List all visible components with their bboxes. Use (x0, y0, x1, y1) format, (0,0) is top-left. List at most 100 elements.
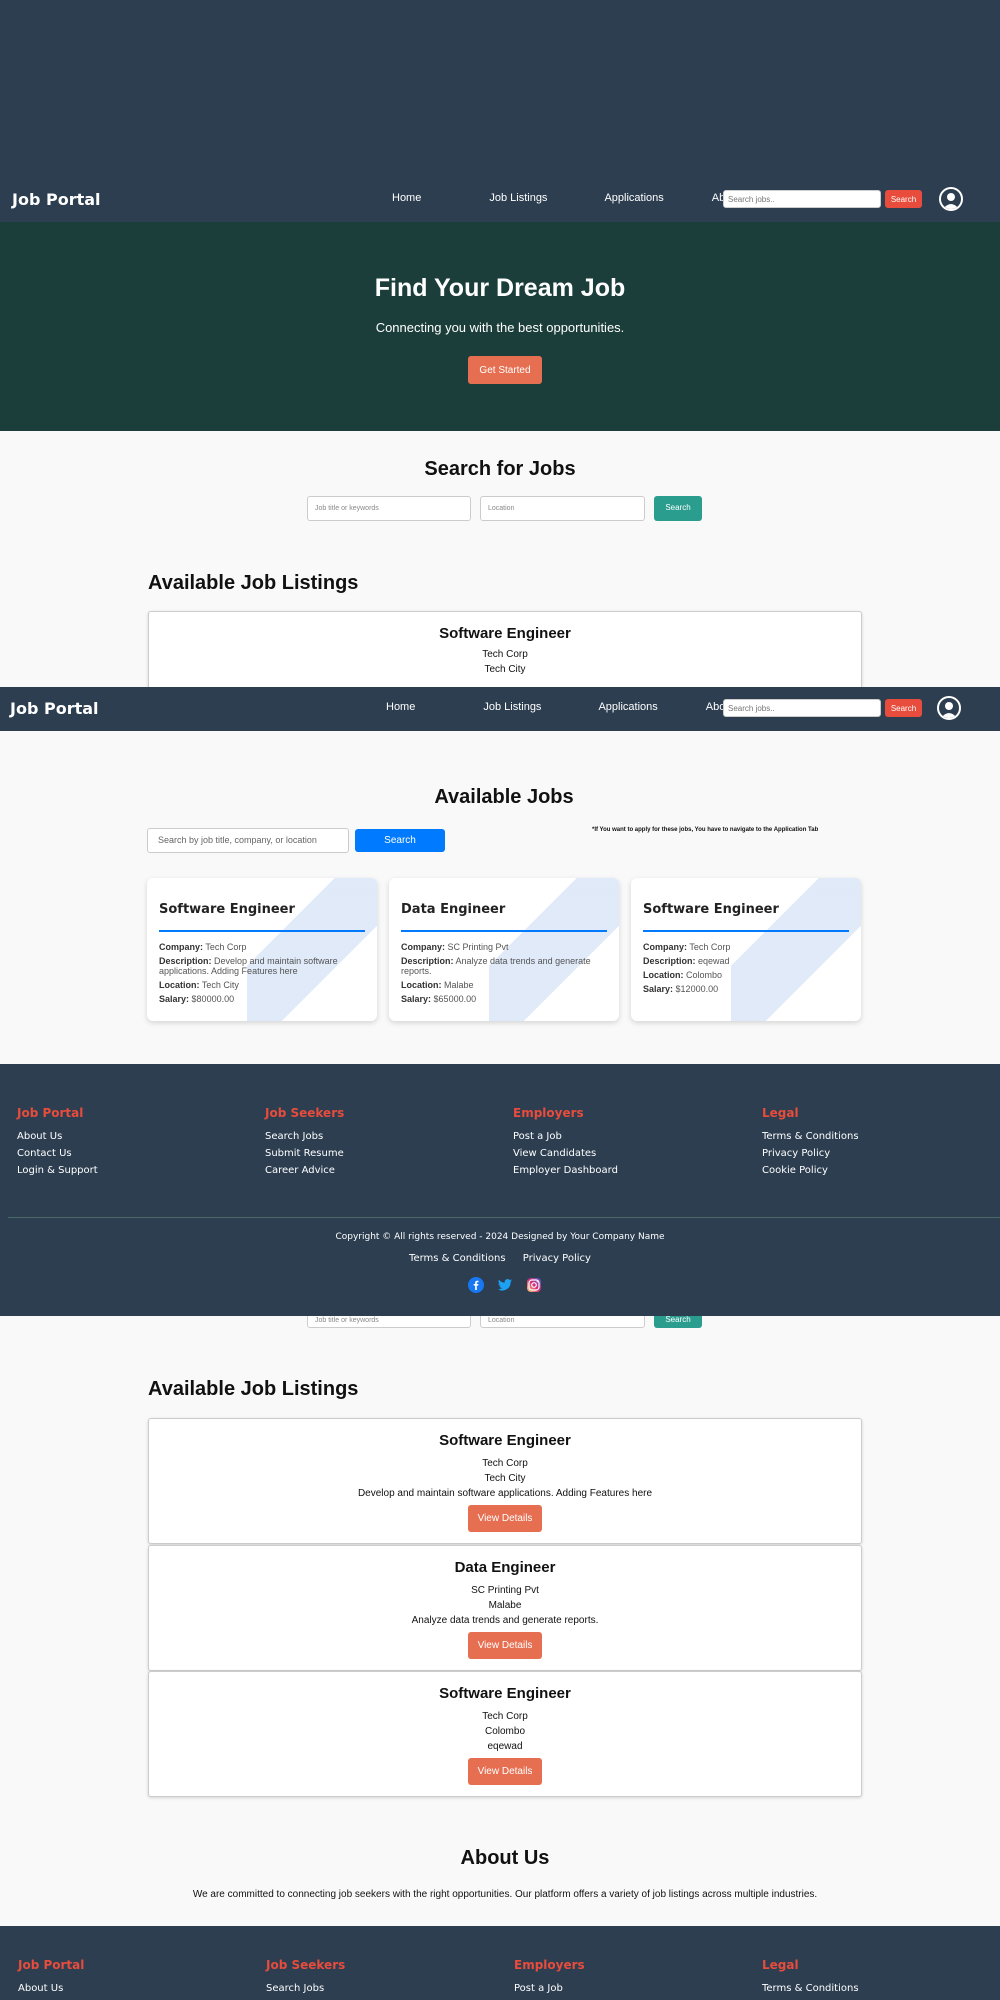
job-location: Tech City (484, 664, 526, 675)
footer-link[interactable]: Terms & Conditions (762, 1128, 859, 1145)
job-title: Data Engineer (454, 1559, 556, 1576)
footer-heading: Employers (514, 1958, 585, 1972)
footer-link[interactable]: View Candidates (513, 1145, 618, 1162)
social-icons (468, 1277, 542, 1293)
job-card[interactable]: Software Engineer Company: Tech Corp Des… (147, 878, 377, 1021)
nav-link-home[interactable]: Home (386, 701, 415, 713)
navbar-second: Job Portal Home Job Listings Application… (0, 687, 1000, 731)
job-title: Software Engineer (439, 625, 571, 642)
view-details-button[interactable]: View Details (468, 1505, 542, 1532)
nav-links: Home Job Listings Applications About Us (392, 192, 757, 204)
footer-link[interactable]: Login & Support (17, 1162, 98, 1179)
nav-search-input[interactable] (723, 699, 881, 717)
footer-link[interactable]: Search Jobs (265, 1128, 344, 1145)
apply-note: *If You want to apply for these jobs, Yo… (592, 827, 819, 833)
footer-link[interactable]: About Us (18, 1980, 84, 1997)
job-company: SC Printing Pvt (471, 1585, 539, 1596)
nav-search-button[interactable]: Search (885, 699, 922, 717)
logo[interactable]: Job Portal (12, 190, 101, 209)
footer-link[interactable]: Post a Job (513, 1128, 618, 1145)
jobs-search-input[interactable]: Search by job title, company, or locatio… (147, 828, 349, 853)
footer-link[interactable]: Submit Resume (265, 1145, 344, 1162)
keyword-input[interactable]: Job title or keywords (307, 496, 471, 521)
footer-heading: Job Portal (17, 1106, 84, 1120)
nav-link-applications[interactable]: Applications (604, 192, 663, 204)
footer-link[interactable]: Career Advice (265, 1162, 344, 1179)
footer-link[interactable]: Post a Job (514, 1980, 585, 1997)
job-title: Software Engineer (439, 1432, 571, 1449)
job-company: Tech Corp (482, 1711, 528, 1722)
job-location: Colombo (484, 1726, 526, 1737)
jobs-search-button[interactable]: Search (355, 829, 445, 852)
footer: Job Portal About Us Contact Us Login & S… (0, 1064, 1000, 1316)
footer-divider (8, 1217, 1000, 1218)
footer-link[interactable]: Privacy Policy (762, 1145, 859, 1162)
job-listing-card: Data Engineer SC Printing Pvt Malabe Ana… (148, 1545, 862, 1671)
job-card-title: Data Engineer (401, 902, 506, 917)
navbar-top: Job Portal Home Job Listings Application… (0, 178, 1000, 222)
view-details-button[interactable]: View Details (468, 1758, 542, 1785)
nav-search-input[interactable] (723, 190, 881, 208)
footer-terms-link[interactable]: Terms & Conditions (409, 1253, 506, 1264)
hero-subtitle: Connecting you with the best opportuniti… (375, 320, 625, 335)
title-underline (401, 930, 607, 932)
avatar[interactable] (939, 187, 963, 211)
footer-link[interactable]: Search Jobs (266, 1980, 345, 1997)
job-title: Software Engineer (439, 1685, 571, 1702)
footer-link[interactable]: Contact Us (17, 1145, 98, 1162)
footer-column: Job Portal About Us Contact Us Login & S… (17, 1106, 98, 1179)
footer-column: Job Seekers Search Jobs Submit Resume Ca… (265, 1106, 344, 1179)
title-underline (643, 930, 849, 932)
footer-column: Legal Terms & Conditions Privacy Policy … (762, 1106, 859, 1179)
nav-search-button[interactable]: Search (885, 190, 922, 208)
get-started-button[interactable]: Get Started (468, 356, 542, 384)
footer-bottom: Job Portal About Us Job Seekers Search J… (0, 1926, 1000, 2000)
nav-links: Home Job Listings Applications About Us (386, 701, 751, 713)
nav-link-job-listings[interactable]: Job Listings (483, 701, 541, 713)
avatar[interactable] (937, 696, 961, 720)
available-jobs-title: Available Jobs (434, 786, 574, 808)
footer-link[interactable]: Employer Dashboard (513, 1162, 618, 1179)
listings-title: Available Job Listings (148, 572, 359, 594)
footer-link[interactable]: About Us (17, 1128, 98, 1145)
nav-link-applications[interactable]: Applications (598, 701, 657, 713)
twitter-icon[interactable] (497, 1277, 513, 1293)
view-details-button[interactable]: View Details (468, 1632, 542, 1659)
job-listing-card: Software Engineer Tech Corp Colombo eqew… (148, 1671, 862, 1797)
job-card[interactable]: Software Engineer Company: Tech Corp Des… (631, 878, 861, 1021)
footer-column: Job Portal About Us (18, 1958, 84, 1997)
top-dark-area (0, 0, 1000, 178)
job-description: Develop and maintain software applicatio… (357, 1488, 653, 1499)
job-card-title: Software Engineer (643, 902, 779, 917)
footer-link[interactable]: Cookie Policy (762, 1162, 859, 1179)
footer-column: Legal Terms & Conditions (762, 1958, 859, 1997)
instagram-icon[interactable] (526, 1277, 542, 1293)
footer-column: Job Seekers Search Jobs (266, 1958, 345, 1997)
footer-heading: Legal (762, 1106, 799, 1120)
title-underline (159, 930, 365, 932)
nav-link-job-listings[interactable]: Job Listings (489, 192, 547, 204)
facebook-icon[interactable] (468, 1277, 484, 1293)
footer-privacy-link[interactable]: Privacy Policy (523, 1253, 591, 1264)
job-description: Analyze data trends and generate reports… (411, 1615, 599, 1626)
job-card[interactable]: Data Engineer Company: SC Printing Pvt D… (389, 878, 619, 1021)
footer-heading: Job Seekers (266, 1958, 346, 1972)
location-input[interactable]: Location (480, 496, 645, 521)
footer-column: Employers Post a Job View Candidates Emp… (513, 1106, 618, 1179)
job-location: Tech City (484, 1473, 526, 1484)
footer-column: Employers Post a Job (514, 1958, 585, 1997)
job-listing-card: Software Engineer Tech Corp Tech City (148, 611, 862, 691)
available-jobs-page: Available Jobs Search by job title, comp… (0, 731, 1000, 1064)
job-company: Tech Corp (482, 649, 528, 660)
footer-heading: Job Portal (18, 1958, 85, 1972)
job-card-title: Software Engineer (159, 902, 295, 917)
footer-heading: Employers (513, 1106, 584, 1120)
search-jobs-button[interactable]: Search (654, 496, 702, 521)
footer-link[interactable]: Terms & Conditions (762, 1980, 859, 1997)
job-listing-card: Software Engineer Tech Corp Tech City De… (148, 1418, 862, 1544)
nav-link-home[interactable]: Home (392, 192, 421, 204)
about-text: We are committed to connecting job seeke… (192, 1889, 818, 1900)
footer-heading: Legal (762, 1958, 799, 1972)
user-icon (941, 702, 957, 718)
logo[interactable]: Job Portal (10, 699, 99, 718)
